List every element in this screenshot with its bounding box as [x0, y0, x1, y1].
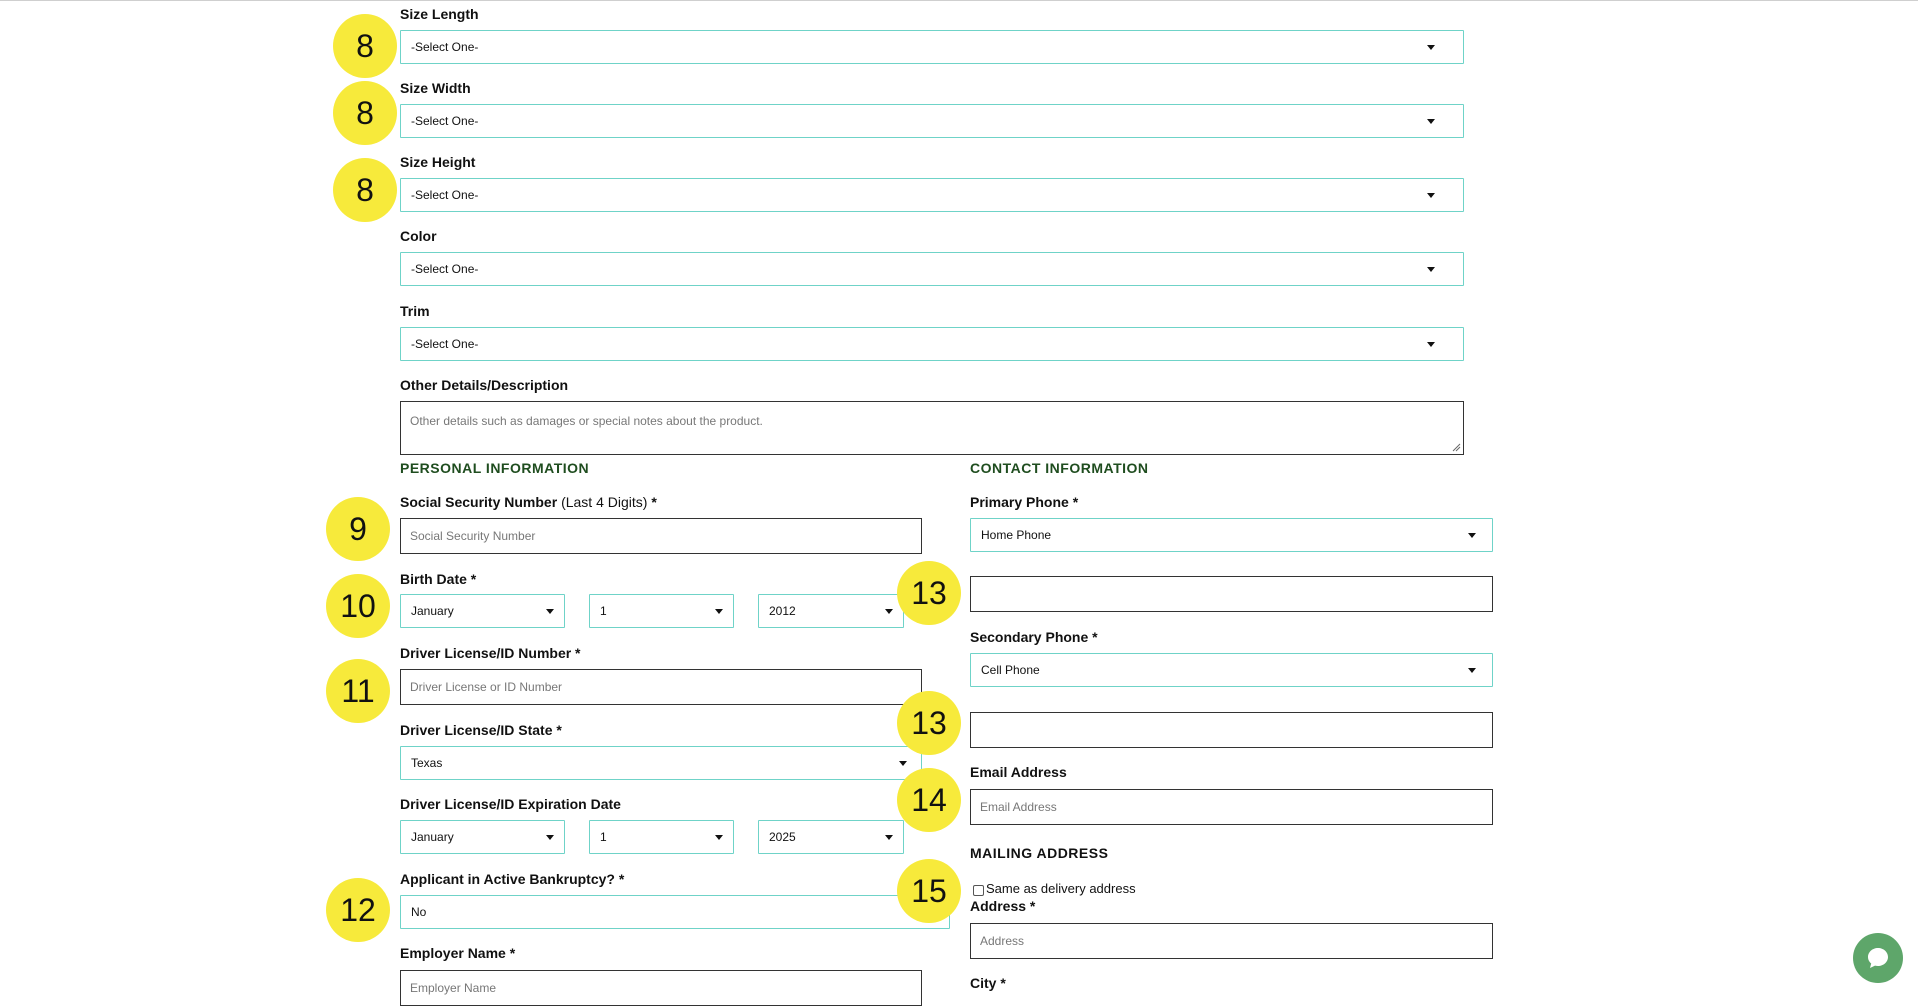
trim-label: Trim [400, 303, 430, 319]
size-height-value: -Select One- [411, 188, 479, 202]
chevron-down-icon [1427, 45, 1435, 50]
birth-year-select[interactable]: 2012 [758, 594, 904, 628]
employer-placeholder: Employer Name [410, 981, 497, 995]
dl-exp-day-select[interactable]: 1 [589, 820, 734, 854]
dl-expiration-label: Driver License/ID Expiration Date [400, 796, 621, 812]
other-details-textarea[interactable]: Other details such as damages or special… [400, 401, 1464, 455]
chevron-down-icon [1427, 193, 1435, 198]
annotation-marker: 9 [326, 497, 390, 561]
city-label: City * [970, 975, 1006, 991]
size-height-label: Size Height [400, 154, 476, 170]
primary-phone-type-select[interactable]: Home Phone [970, 518, 1493, 552]
annotation-marker: 10 [326, 574, 390, 638]
annotation-marker: 11 [326, 659, 390, 723]
primary-phone-type-value: Home Phone [981, 528, 1052, 542]
bankruptcy-select[interactable]: No [400, 895, 950, 929]
bankruptcy-label: Applicant in Active Bankruptcy? * [400, 871, 625, 887]
chevron-down-icon [546, 835, 554, 840]
bankruptcy-value: No [411, 905, 427, 919]
color-label: Color [400, 228, 437, 244]
address-label: Address * [970, 898, 1036, 914]
chevron-down-icon [1468, 533, 1476, 538]
trim-value: -Select One- [411, 337, 479, 351]
contact-info-heading: CONTACT INFORMATION [970, 460, 1149, 476]
chat-button[interactable] [1853, 933, 1903, 983]
dl-number-input[interactable]: Driver License or ID Number [400, 669, 922, 705]
ssn-label-text: Social Security Number [400, 494, 558, 510]
chevron-down-icon [715, 609, 723, 614]
ssn-required: * [651, 494, 657, 510]
size-width-value: -Select One- [411, 114, 479, 128]
secondary-phone-type-value: Cell Phone [981, 663, 1040, 677]
dl-number-placeholder: Driver License or ID Number [410, 680, 563, 694]
dl-number-label: Driver License/ID Number * [400, 645, 581, 661]
birth-date-label: Birth Date * [400, 571, 477, 587]
secondary-phone-type-select[interactable]: Cell Phone [970, 653, 1493, 687]
size-length-select[interactable]: -Select One- [400, 30, 1464, 64]
dl-exp-year-select[interactable]: 2025 [758, 820, 904, 854]
personal-info-heading: PERSONAL INFORMATION [400, 460, 590, 476]
ssn-input[interactable]: Social Security Number [400, 518, 922, 554]
email-label: Email Address [970, 764, 1067, 780]
chevron-down-icon [1427, 267, 1435, 272]
ssn-note: (Last 4 Digits) [561, 494, 648, 510]
chevron-down-icon [1468, 668, 1476, 673]
chevron-down-icon [546, 609, 554, 614]
chevron-down-icon [715, 835, 723, 840]
address-placeholder: Address [980, 934, 1025, 948]
email-placeholder: Email Address [980, 800, 1057, 814]
dl-exp-month-value: January [411, 830, 454, 844]
annotation-marker: 14 [897, 768, 961, 832]
color-select[interactable]: -Select One- [400, 252, 1464, 286]
primary-phone-label: Primary Phone * [970, 494, 1079, 510]
dl-exp-day-value: 1 [600, 830, 607, 844]
birth-month-value: January [411, 604, 454, 618]
birth-day-select[interactable]: 1 [589, 594, 734, 628]
annotation-marker: 15 [897, 859, 961, 923]
trim-select[interactable]: -Select One- [400, 327, 1464, 361]
annotation-marker: 13 [897, 561, 961, 625]
birth-month-select[interactable]: January [400, 594, 565, 628]
chevron-down-icon [885, 609, 893, 614]
size-length-label: Size Length [400, 6, 479, 22]
chevron-down-icon [1427, 119, 1435, 124]
top-divider [0, 0, 1918, 1]
size-width-label: Size Width [400, 80, 471, 96]
chevron-down-icon [1427, 342, 1435, 347]
address-input[interactable]: Address [970, 923, 1493, 959]
chat-bubble-icon [1868, 948, 1888, 968]
employer-label: Employer Name * [400, 945, 516, 961]
dl-state-select[interactable]: Texas [400, 746, 922, 780]
resize-grip-icon[interactable] [1452, 443, 1461, 452]
chevron-down-icon [885, 835, 893, 840]
size-length-value: -Select One- [411, 40, 479, 54]
ssn-placeholder: Social Security Number [410, 529, 536, 543]
primary-phone-input[interactable] [970, 576, 1493, 612]
secondary-phone-input[interactable] [970, 712, 1493, 748]
size-width-select[interactable]: -Select One- [400, 104, 1464, 138]
dl-exp-month-select[interactable]: January [400, 820, 565, 854]
ssn-label: Social Security Number (Last 4 Digits) * [400, 494, 657, 510]
other-details-placeholder: Other details such as damages or special… [410, 414, 763, 428]
employer-input[interactable]: Employer Name [400, 970, 922, 1006]
other-details-label: Other Details/Description [400, 377, 569, 393]
annotation-marker: 12 [326, 878, 390, 942]
color-value: -Select One- [411, 262, 479, 276]
annotation-marker: 8 [333, 14, 397, 78]
dl-exp-year-value: 2025 [769, 830, 796, 844]
mailing-address-heading: MAILING ADDRESS [970, 845, 1109, 861]
size-height-select[interactable]: -Select One- [400, 178, 1464, 212]
chevron-down-icon [899, 761, 907, 766]
dl-state-value: Texas [411, 756, 443, 770]
birth-year-value: 2012 [769, 604, 796, 618]
same-as-delivery-checkbox[interactable] [973, 885, 984, 896]
secondary-phone-label: Secondary Phone * [970, 629, 1098, 645]
birth-day-value: 1 [600, 604, 607, 618]
dl-state-label: Driver License/ID State * [400, 722, 562, 738]
annotation-marker: 13 [897, 691, 961, 755]
same-as-delivery-label: Same as delivery address [986, 881, 1136, 896]
email-input[interactable]: Email Address [970, 789, 1493, 825]
annotation-marker: 8 [333, 158, 397, 222]
annotation-marker: 8 [333, 81, 397, 145]
